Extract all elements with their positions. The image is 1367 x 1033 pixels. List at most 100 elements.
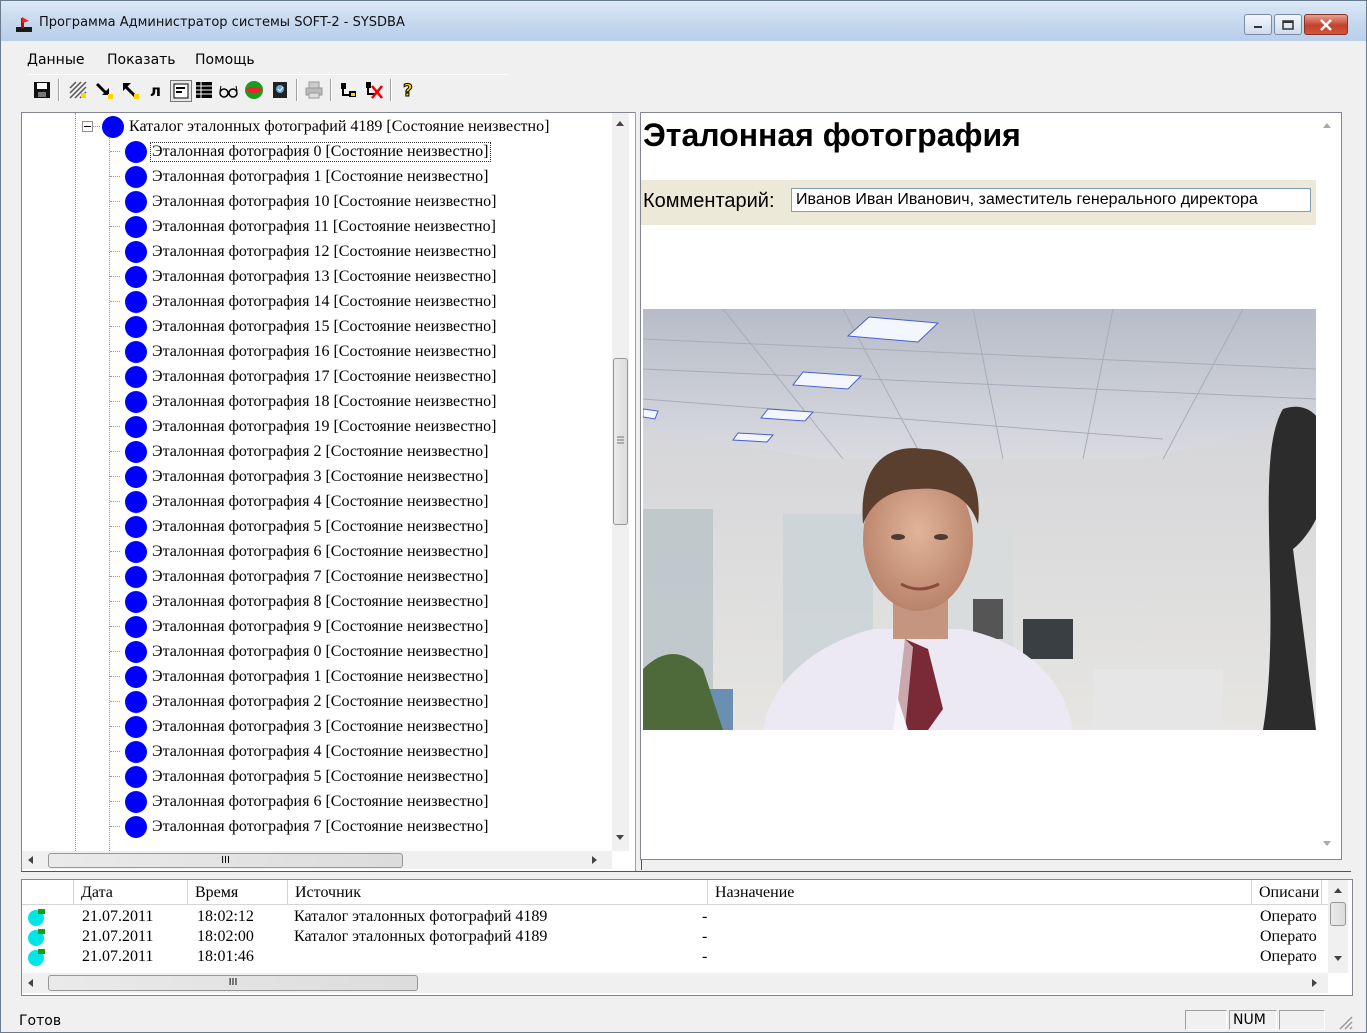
detail-vertical-scrollbar[interactable] (1316, 113, 1338, 857)
tree-node[interactable]: Эталонная фотография 2 [Состояние неизве… (125, 439, 490, 464)
tree-node[interactable]: Эталонная фотография 4 [Состояние неизве… (125, 489, 490, 514)
tree-node[interactable]: Эталонная фотография 5 [Состояние неизве… (125, 514, 490, 539)
lambda-icon[interactable]: л (144, 80, 164, 100)
node-status-icon (125, 715, 147, 738)
scroll-down-icon[interactable] (616, 835, 624, 840)
tree-node[interactable]: Эталонная фотография 6 [Состояние неизве… (125, 539, 490, 564)
tree-node-label: Эталонная фотография 12 [Состояние неизв… (152, 242, 497, 260)
connect-icon[interactable] (338, 80, 358, 100)
comment-field[interactable] (791, 188, 1311, 212)
grid-icon[interactable] (194, 80, 214, 100)
tree-node[interactable]: Эталонная фотография 9 [Состояние неизве… (125, 614, 490, 639)
tree-node[interactable]: Эталонная фотография 1 [Состояние неизве… (125, 164, 490, 189)
close-button[interactable] (1304, 14, 1348, 35)
log-horizontal-scrollbar[interactable]: III (22, 973, 1328, 993)
scroll-down-icon[interactable] (1334, 956, 1342, 961)
tree-node-label: Эталонная фотография 4 [Состояние неизве… (152, 492, 489, 510)
event-log[interactable]: Дата Время Источник Назначение Описани 2… (21, 879, 1353, 996)
tree-node[interactable]: Эталонная фотография 15 [Состояние неизв… (125, 314, 498, 339)
arrow-down-icon[interactable] (94, 80, 114, 100)
tree-node[interactable]: Эталонная фотография 3 [Состояние неизве… (125, 464, 490, 489)
tree-vscroll-thumb[interactable] (613, 358, 628, 525)
tree-node[interactable]: Эталонная фотография 19 [Состояние неизв… (125, 414, 498, 439)
tree-node[interactable]: Эталонная фотография 0 [Состояние неизве… (125, 639, 490, 664)
tree-node[interactable]: Эталонная фотография 17 [Состояние неизв… (125, 364, 498, 389)
log-cell-date: 21.07.2011 (82, 948, 154, 965)
pattern-icon[interactable] (68, 80, 88, 100)
title-bar[interactable]: Программа Администратор системы SOFT-2 -… (1, 1, 1366, 41)
scroll-up-icon[interactable] (1323, 123, 1331, 128)
tree-vertical-scrollbar[interactable] (612, 113, 629, 851)
tree-view[interactable]: Каталог эталонных фотографий 4189 [Состо… (21, 112, 636, 872)
tree-node-label: Эталонная фотография 15 [Состояние неизв… (152, 317, 497, 335)
node-status-icon (125, 690, 147, 713)
scroll-down-icon[interactable] (1323, 841, 1331, 846)
log-cell-source: Каталог эталонных фотографий 4189 (294, 908, 548, 925)
tree-node-label: Эталонная фотография 0 [Состояние неизве… (150, 141, 491, 162)
log-row[interactable]: 21.07.2011 18:02:00 Каталог эталонных фото… (22, 928, 1340, 948)
tree-node[interactable]: Эталонная фотография 18 [Состояние неизв… (125, 389, 498, 414)
log-col-desc[interactable]: Описани (1252, 880, 1322, 904)
scroll-right-icon[interactable] (592, 856, 597, 864)
tree-node[interactable]: Эталонная фотография 6 [Состояние неизве… (125, 789, 490, 814)
tree-node[interactable]: Эталонная фотография 14 [Состояние неизв… (125, 289, 498, 314)
log-col-dest[interactable]: Назначение (708, 880, 1252, 904)
save-icon[interactable] (32, 80, 52, 100)
horizontal-splitter[interactable] (21, 871, 1351, 878)
tree-node[interactable]: Эталонная фотография 11 [Состояние неизв… (125, 214, 497, 239)
menu-help[interactable]: Помощь (195, 52, 255, 68)
tree-node-label: Эталонная фотография 19 [Состояние неизв… (152, 417, 497, 435)
resize-grip-icon[interactable] (1337, 1014, 1353, 1030)
tree-node[interactable]: Эталонная фотография 7 [Состояние неизве… (125, 564, 490, 589)
tree-node[interactable]: Эталонная фотография 2 [Состояние неизве… (125, 689, 490, 714)
node-status-icon (125, 340, 147, 363)
tree-node[interactable]: Эталонная фотография 8 [Состояние неизве… (125, 589, 490, 614)
tree-node[interactable]: Эталонная фотография 10 [Состояние неизв… (125, 189, 498, 214)
menu-data[interactable]: Данные (27, 52, 85, 68)
tree-node[interactable]: Эталонная фотография 12 [Состояние неизв… (125, 239, 498, 264)
form-icon[interactable] (170, 80, 192, 102)
tree-hscroll-thumb[interactable]: III (48, 853, 403, 868)
node-status-icon (102, 115, 124, 138)
scroll-right-icon[interactable] (1312, 979, 1317, 987)
maximize-button[interactable] (1274, 14, 1302, 35)
log-vscroll-thumb[interactable] (1330, 902, 1346, 926)
tree-root-node[interactable]: Каталог эталонных фотографий 4189 [Состо… (102, 114, 550, 139)
ball-icon[interactable] (244, 80, 264, 100)
book-icon[interactable] (270, 80, 290, 100)
log-col-source[interactable]: Источник (288, 880, 708, 904)
tree-node[interactable]: Эталонная фотография 5 [Состояние неизве… (125, 764, 490, 789)
tree-node[interactable]: Эталонная фотография 16 [Состояние неизв… (125, 339, 498, 364)
scroll-up-icon[interactable] (616, 121, 624, 126)
tree-node[interactable]: Эталонная фотография 7 [Состояние неизве… (125, 814, 490, 839)
log-col-date[interactable]: Дата (74, 880, 188, 904)
node-status-icon (125, 765, 147, 788)
log-col-time[interactable]: Время (188, 880, 288, 904)
tree-node[interactable]: Эталонная фотография 13 [Состояние неизв… (125, 264, 498, 289)
node-status-icon (125, 640, 147, 663)
log-row[interactable]: 21.07.2011 18:02:12 Каталог эталонных фото… (22, 908, 1340, 928)
menu-bar: Данные Показать Помощь (1, 49, 1366, 71)
tree-node[interactable]: Эталонная фотография 3 [Состояние неизве… (125, 714, 490, 739)
node-status-icon (125, 665, 147, 688)
disconnect-icon[interactable] (364, 80, 384, 100)
tree-node[interactable]: Эталонная фотография 1 [Состояние неизве… (125, 664, 490, 689)
scroll-left-icon[interactable] (28, 979, 33, 987)
glasses-icon[interactable] (218, 80, 238, 100)
print-icon[interactable] (304, 80, 324, 100)
minimize-button[interactable] (1244, 14, 1272, 35)
scroll-left-icon[interactable] (28, 856, 33, 864)
tree-node[interactable]: Эталонная фотография 4 [Состояние неизве… (125, 739, 490, 764)
menu-show[interactable]: Показать (107, 52, 176, 68)
node-status-icon (125, 140, 147, 163)
log-hscroll-thumb[interactable]: III (48, 975, 418, 991)
log-vertical-scrollbar[interactable] (1328, 880, 1348, 973)
tree-horizontal-scrollbar[interactable]: III (22, 851, 612, 869)
help-icon[interactable]: ? (398, 80, 418, 101)
tree-node[interactable]: Эталонная фотография 0 [Состояние неизве… (125, 139, 491, 164)
log-row[interactable]: 21.07.2011 18:01:46 - Операто (22, 948, 1340, 968)
log-col-icon[interactable] (22, 880, 74, 904)
scroll-up-icon[interactable] (1334, 888, 1342, 893)
arrow-up-icon[interactable] (120, 80, 140, 100)
node-status-icon (125, 515, 147, 538)
